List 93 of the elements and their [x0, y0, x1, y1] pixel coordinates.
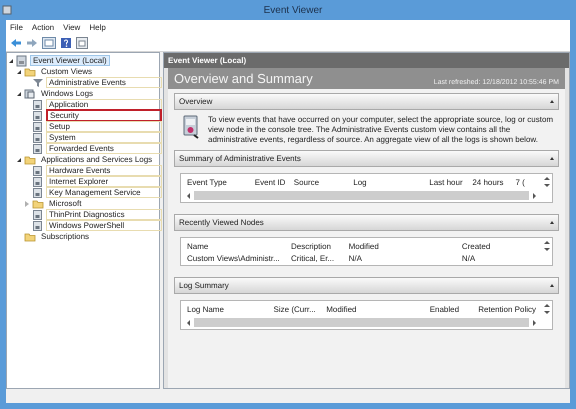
collapse-arrow-icon[interactable]	[550, 157, 554, 160]
collapse-arrow-icon[interactable]	[550, 100, 554, 103]
log-icon	[32, 142, 44, 154]
column-header[interactable]: Modified	[348, 242, 460, 251]
log-icon	[32, 132, 44, 144]
section-title: Recently Viewed Nodes	[179, 218, 264, 227]
tree-item[interactable]: Hardware Events	[46, 165, 162, 176]
log-icon	[32, 164, 44, 176]
log-icon	[32, 186, 44, 198]
tree-item[interactable]: Setup	[46, 121, 162, 132]
folder-icon	[32, 198, 44, 210]
log-icon	[32, 110, 44, 122]
filter-icon	[32, 76, 44, 88]
column-header[interactable]: Description	[290, 242, 347, 251]
scroll-right-icon[interactable]	[533, 320, 536, 326]
log-icon	[32, 176, 44, 188]
scroll-right-icon[interactable]	[533, 192, 536, 198]
scroll-left-icon[interactable]	[187, 192, 190, 198]
scroll-down-icon[interactable]	[544, 184, 550, 187]
scroll-down-icon[interactable]	[544, 311, 550, 314]
tree-item[interactable]: Administrative Events	[46, 77, 162, 88]
pane-header: Event Viewer (Local)	[164, 53, 569, 68]
collapse-arrow-icon[interactable]	[550, 221, 554, 224]
tree-item[interactable]: Applications and Services Logs	[38, 154, 156, 165]
table-cell-text: N/A	[462, 254, 476, 263]
log-icon	[16, 54, 28, 66]
console-tree-icon[interactable]	[42, 37, 56, 49]
tree-item[interactable]: Microsoft	[46, 198, 84, 209]
window-title: Event Viewer	[262, 4, 324, 16]
tree-item[interactable]: Application	[46, 99, 162, 110]
tree-item[interactable]: Custom Views	[38, 66, 95, 77]
tree-item[interactable]: Subscriptions	[38, 231, 92, 242]
section-header[interactable]: Overview	[174, 93, 559, 110]
column-header[interactable]: Created	[462, 242, 536, 251]
section-header[interactable]: Recently Viewed Nodes	[174, 214, 559, 231]
tree-item[interactable]: Security	[46, 109, 162, 122]
folder-icon	[24, 66, 36, 78]
vertical-scrollbar[interactable]	[544, 177, 550, 187]
scroll-left-icon[interactable]	[187, 320, 190, 326]
column-header[interactable]: 7 (	[515, 178, 536, 187]
column-header[interactable]: 24 hours	[472, 178, 514, 187]
folder-icon	[24, 154, 36, 166]
menu-item[interactable]: File	[10, 23, 23, 32]
vertical-scrollbar[interactable]	[544, 241, 550, 251]
scroll-up-icon[interactable]	[544, 304, 550, 307]
log-icon	[32, 98, 44, 110]
section-title: Log Summary	[179, 281, 229, 290]
vertical-scrollbar[interactable]	[544, 304, 550, 314]
back-arrow-icon[interactable]	[10, 38, 22, 48]
column-header[interactable]: Size (Curr...	[274, 305, 324, 314]
column-header[interactable]: Name	[187, 242, 289, 251]
tree-item[interactable]: ThinPrint Diagnostics	[46, 209, 162, 220]
menu-item[interactable]: View	[63, 23, 80, 32]
column-header[interactable]: Event Type	[187, 178, 253, 187]
table-cell-text: N/A	[348, 254, 363, 263]
tree-item[interactable]: Windows PowerShell	[46, 220, 162, 231]
scroll-up-icon[interactable]	[544, 241, 550, 244]
tree-item[interactable]: Forwarded Events	[46, 143, 162, 154]
scroll-up-icon[interactable]	[544, 177, 550, 180]
section-title: Summary of Administrative Events	[179, 154, 301, 163]
event-log-icon	[182, 115, 200, 139]
column-header[interactable]: Last hour	[429, 178, 470, 187]
menu-item[interactable]: Action	[32, 23, 54, 32]
column-header[interactable]: Retention Policy	[478, 305, 536, 314]
section-header[interactable]: Log Summary	[174, 277, 559, 294]
table-cell-text: Critical, Er...	[290, 254, 336, 263]
column-header[interactable]: Log	[353, 178, 428, 187]
table-cell-text: Custom Views\Administr...	[187, 254, 281, 263]
tree-item[interactable]: Event Viewer (Local)	[30, 55, 110, 66]
collapse-arrow-icon[interactable]	[550, 284, 554, 287]
log-icon	[32, 120, 44, 132]
section-header[interactable]: Summary of Administrative Events	[174, 150, 559, 167]
column-header[interactable]: Source	[294, 178, 352, 187]
banner-title: Overview and Summary	[174, 71, 313, 86]
menu-item[interactable]: Help	[89, 23, 106, 32]
app-icon	[2, 5, 12, 15]
scroll-down-icon[interactable]	[544, 248, 550, 251]
log-icon	[32, 208, 44, 220]
folder-icon	[24, 230, 36, 242]
tree-item[interactable]: Key Management Service	[46, 187, 162, 198]
log-icon	[32, 220, 44, 232]
tree-item[interactable]: System	[46, 132, 162, 143]
column-header[interactable]: Modified	[326, 305, 428, 314]
column-header[interactable]: Enabled	[430, 305, 476, 314]
column-header[interactable]: Log Name	[187, 305, 272, 314]
tree-item[interactable]: Internet Explorer	[46, 176, 162, 187]
tree-item[interactable]: Windows Logs	[38, 88, 96, 99]
help-icon[interactable]	[60, 37, 72, 49]
logs-icon	[24, 88, 36, 100]
overview-text: To view events that have occurred on your computer, select the appropriate source, log or custom view node in the console tree. The Administrative Events custom view contains all the administrative events, regardless of source. An aggregate view of all the logs is shown below.	[208, 115, 554, 145]
column-header[interactable]: Event ID	[254, 178, 292, 187]
action-pane-icon[interactable]	[76, 37, 88, 49]
section-title: Overview	[179, 97, 212, 106]
